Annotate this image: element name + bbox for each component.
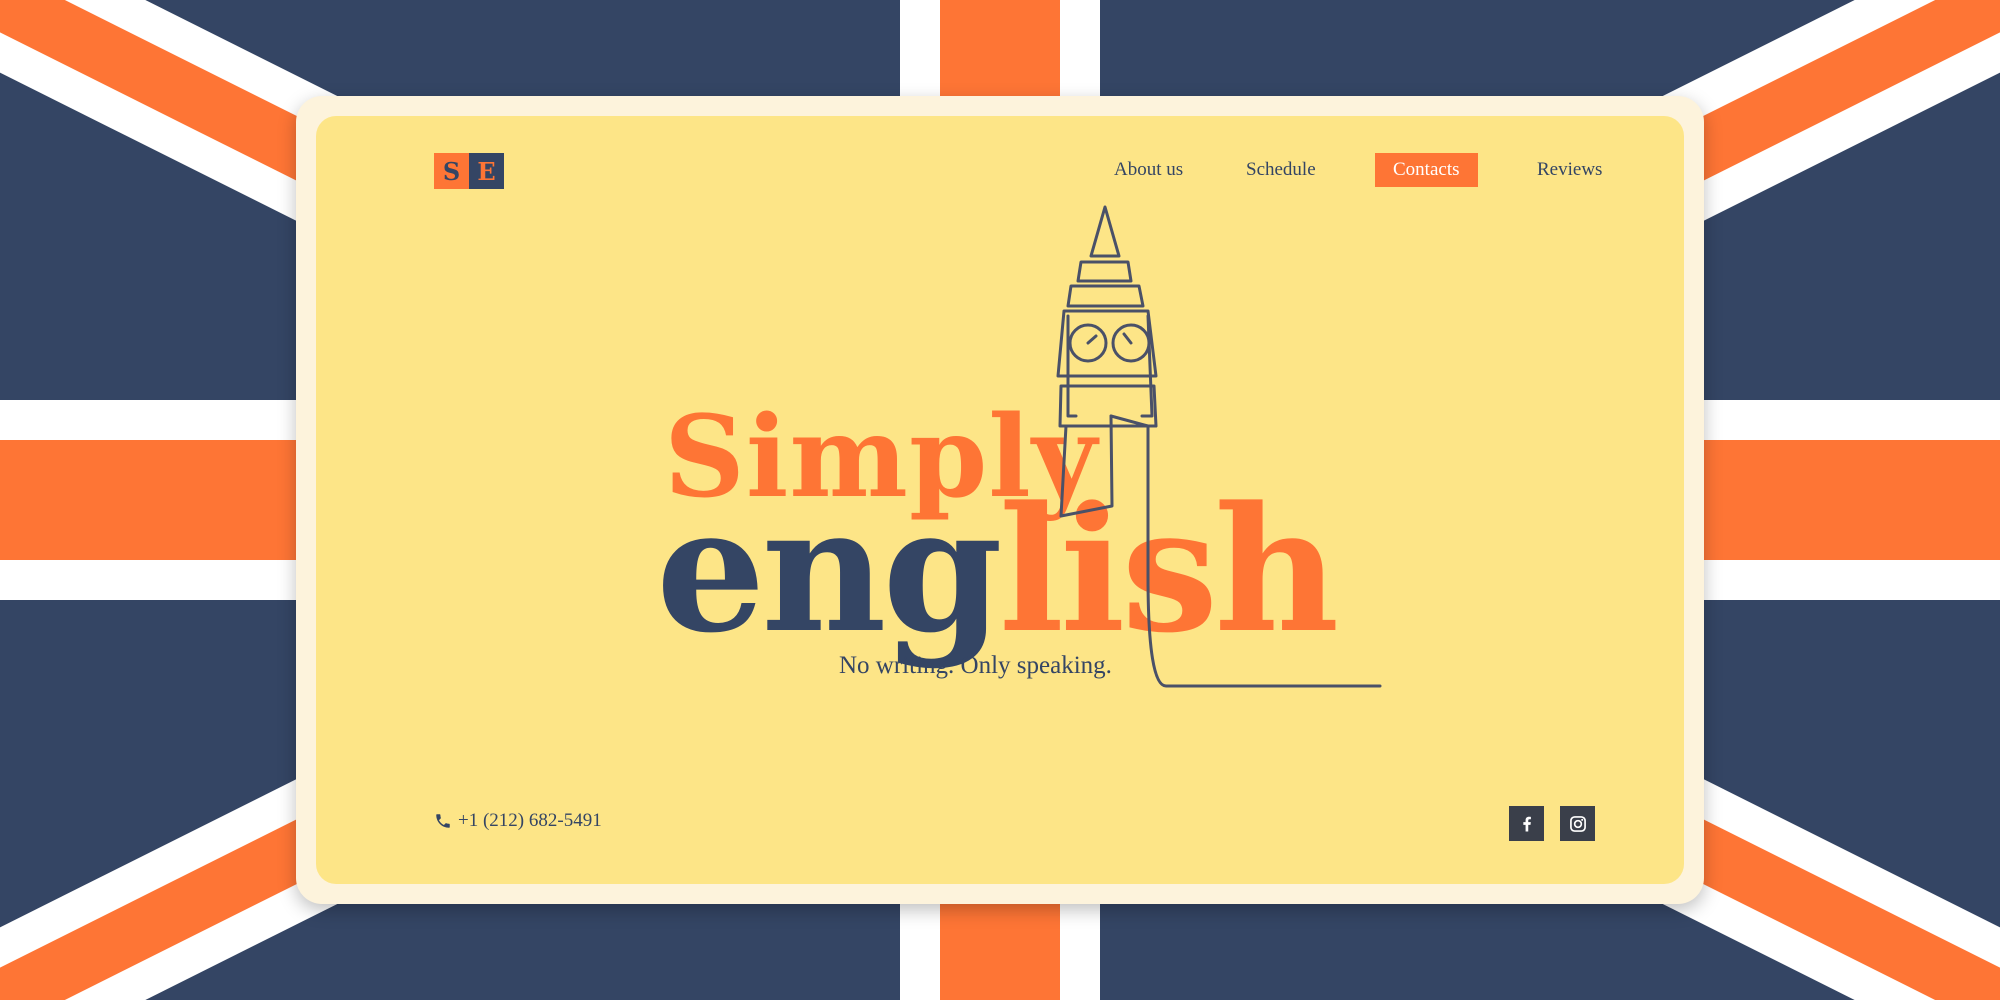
facebook-icon <box>1522 816 1531 831</box>
phone-icon <box>436 814 450 828</box>
instagram-link[interactable] <box>1560 806 1595 841</box>
hero-headline: Simply english <box>656 205 1382 688</box>
tagline: No writing. Only speaking. <box>839 652 1112 679</box>
headline-word-english: english <box>656 468 1336 671</box>
hero-card: S E About us Schedule Contacts Reviews S… <box>316 116 1684 884</box>
instagram-icon <box>1569 815 1586 832</box>
phone-number: +1 (212) 682-5491 <box>458 810 602 831</box>
facebook-link[interactable] <box>1509 806 1544 841</box>
contact-phone[interactable]: +1 (212) 682-5491 <box>434 810 602 832</box>
hero-card-frame: S E About us Schedule Contacts Reviews S… <box>296 96 1704 904</box>
